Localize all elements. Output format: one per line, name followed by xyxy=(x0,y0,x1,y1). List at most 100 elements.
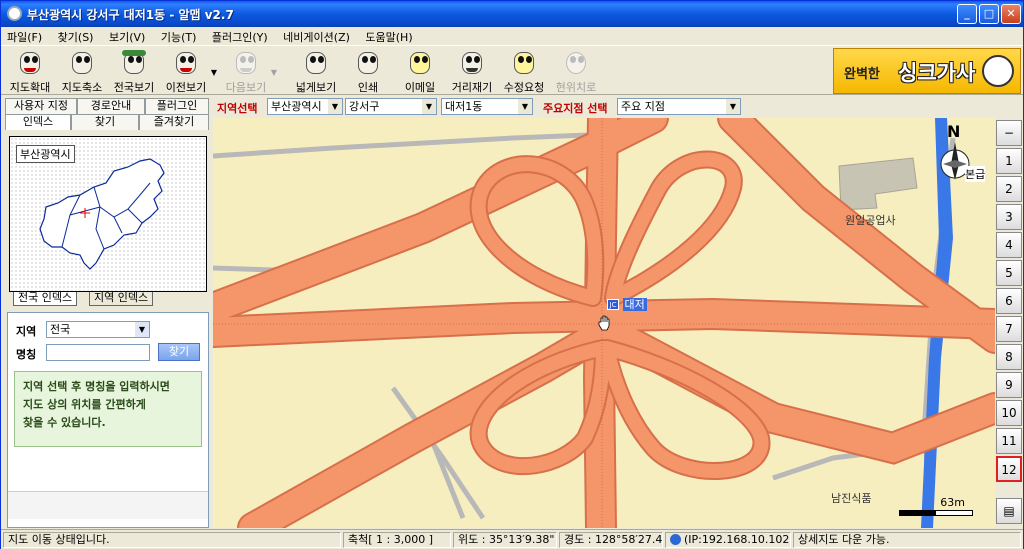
next-view-dropdown-icon[interactable]: ▼ xyxy=(271,68,277,77)
city-select[interactable]: 부산광역시 ▼ xyxy=(267,98,343,115)
menu-find[interactable]: 찾기(S) xyxy=(52,27,100,45)
country-view-label: 전국보기 xyxy=(113,81,155,94)
chevron-down-icon[interactable]: ▼ xyxy=(135,322,149,337)
menu-plugin[interactable]: 플러그인(Y) xyxy=(206,27,274,45)
zoom-level-7[interactable]: 7 xyxy=(996,316,1022,342)
zoom-level-rail: − 1 2 3 4 5 6 7 8 9 10 11 12 ▤ xyxy=(995,118,1023,528)
map-label-food[interactable]: 남진식품 xyxy=(831,490,871,506)
map-canvas[interactable] xyxy=(213,118,995,528)
prev-view-dropdown-icon[interactable]: ▼ xyxy=(211,68,217,77)
menu-tools[interactable]: 기능(T) xyxy=(155,27,203,45)
correction-label: 수정요청 xyxy=(503,81,545,94)
search-help-box: 지역 선택 후 명칭을 입력하시면 지도 상의 위치를 간편하게 찾을 수 있습… xyxy=(14,371,202,447)
help-line: 찾을 수 있습니다. xyxy=(23,416,106,429)
menu-file[interactable]: 파일(F) xyxy=(1,27,48,45)
tab-row-bottom: 인덱스 찾기 즐겨찾기 xyxy=(5,114,209,130)
chevron-down-icon[interactable]: ▼ xyxy=(518,99,532,114)
zoom-level-12[interactable]: 12 xyxy=(996,456,1022,482)
compass: N 본급 xyxy=(935,120,995,190)
overview-region-label: 부산광역시 xyxy=(16,145,75,163)
name-input[interactable] xyxy=(46,344,150,361)
help-line: 지역 선택 후 명칭을 입력하시면 xyxy=(23,380,170,393)
toolbar: 지도확대 지도축소 전국보기 이전보기 ▼ 다음보기 ▼ 넓게보기 인쇄 이메일… xyxy=(1,45,1023,95)
status-scale: 축척[ 1 : 3,000 ] xyxy=(343,532,451,548)
menu-help[interactable]: 도움말(H) xyxy=(359,27,418,45)
map-poi-junction[interactable]: JC 대저 xyxy=(607,296,647,312)
index-tabs: 전국 인덱스 지역 인덱스 xyxy=(9,292,207,306)
minimize-button[interactable]: _ xyxy=(957,4,977,24)
maximize-button[interactable]: □ xyxy=(979,4,999,24)
print-icon xyxy=(353,50,383,78)
help-line: 지도 상의 위치를 간편하게 xyxy=(23,398,146,411)
stop-sign-icon xyxy=(561,50,591,78)
status-longitude: 경도 : 128°58′27.48" xyxy=(559,532,663,548)
zoom-in-label: 지도확대 xyxy=(9,81,51,94)
menu-bar: 파일(F) 찾기(S) 보기(V) 기능(T) 플러그인(Y) 네비게이션(Z)… xyxy=(1,27,1023,45)
poi-select[interactable]: 주요 지점 ▼ xyxy=(617,98,741,115)
region-bar: 지역선택 부산광역시 ▼ 강서구 ▼ 대저1동 ▼ 주요지점 선택 주요 지점 ▼ xyxy=(213,98,1023,116)
zoom-level-2[interactable]: 2 xyxy=(996,176,1022,202)
region-select-label: 지역선택 xyxy=(217,102,258,115)
zoom-level-3[interactable]: 3 xyxy=(996,204,1022,230)
scale-text: 63m xyxy=(940,496,965,509)
find-button[interactable]: 찾기 xyxy=(158,343,200,361)
zoom-in-icon xyxy=(15,50,45,78)
my-location-button[interactable]: 현위치로 xyxy=(551,48,601,94)
zoom-level-8[interactable]: 8 xyxy=(996,344,1022,370)
tab-route[interactable]: 경로안내 xyxy=(77,98,145,114)
tab-national-index[interactable]: 전국 인덱스 xyxy=(13,292,78,306)
dong-select-value: 대저1동 xyxy=(445,100,483,113)
music-disc-icon xyxy=(982,55,1014,87)
zoom-level-9[interactable]: 9 xyxy=(996,372,1022,398)
zoom-in-button[interactable]: 지도확대 xyxy=(5,48,55,94)
map-view[interactable]: 원일공업사 남진식품 JC 대저 N 본급 63m xyxy=(213,118,995,528)
overview-map[interactable]: 부산광역시 xyxy=(9,136,207,292)
chevron-down-icon[interactable]: ▼ xyxy=(726,99,740,114)
close-button[interactable]: ✕ xyxy=(1001,4,1021,24)
tab-find[interactable]: 찾기 xyxy=(71,114,139,130)
prev-view-button[interactable]: 이전보기 ▼ xyxy=(161,48,217,94)
email-button[interactable]: 이메일 xyxy=(395,48,445,94)
chevron-down-icon[interactable]: ▼ xyxy=(328,99,342,114)
scale-bar: 63m xyxy=(899,494,975,518)
status-ip: (IP:192.168.10.102) xyxy=(665,532,791,548)
tab-user-custom[interactable]: 사용자 지정 xyxy=(5,98,77,114)
title-bar[interactable]: 부산광역시 강서구 대저1동 - 알맵 v2.7 _ □ ✕ xyxy=(1,1,1023,27)
menu-view[interactable]: 보기(V) xyxy=(103,27,151,45)
print-button[interactable]: 인쇄 xyxy=(343,48,393,94)
country-view-button[interactable]: 전국보기 xyxy=(109,48,159,94)
correction-button[interactable]: 수정요청 xyxy=(499,48,549,94)
region-select[interactable]: 전국 ▼ xyxy=(46,321,150,338)
zoom-level-4[interactable]: 4 xyxy=(996,232,1022,258)
measure-button[interactable]: 거리재기 xyxy=(447,48,497,94)
zoom-level-1[interactable]: 1 xyxy=(996,148,1022,174)
zoom-level-11[interactable]: 11 xyxy=(996,428,1022,454)
print-label: 인쇄 xyxy=(357,81,379,94)
zoom-out-button[interactable]: 지도축소 xyxy=(57,48,107,94)
app-window: 부산광역시 강서구 대저1동 - 알맵 v2.7 _ □ ✕ 파일(F) 찾기(… xyxy=(0,0,1024,549)
zoom-level-10[interactable]: 10 xyxy=(996,400,1022,426)
globe-icon xyxy=(670,534,681,545)
district-select[interactable]: 강서구 ▼ xyxy=(345,98,437,115)
zoom-level-5[interactable]: 5 xyxy=(996,260,1022,286)
tab-region-index[interactable]: 지역 인덱스 xyxy=(89,292,154,306)
poi-select-label: 주요지점 선택 xyxy=(543,102,608,115)
menu-navigation[interactable]: 네비게이션(Z) xyxy=(277,27,356,45)
zoom-level-6[interactable]: 6 xyxy=(996,288,1022,314)
my-location-label: 현위치로 xyxy=(555,81,597,94)
region-label: 지역 xyxy=(16,325,37,338)
banner-big-text: 싱크가사 xyxy=(898,61,976,85)
tab-plugin[interactable]: 플러그인 xyxy=(145,98,209,114)
ad-banner[interactable]: 완벽한 싱크가사 xyxy=(833,48,1021,94)
zoom-out-level-button[interactable]: − xyxy=(996,120,1022,146)
map-label-factory[interactable]: 원일공업사 xyxy=(845,212,896,228)
correction-icon xyxy=(509,50,539,78)
wide-view-button[interactable]: 넓게보기 xyxy=(291,48,341,94)
email-label: 이메일 xyxy=(404,81,436,94)
tab-index[interactable]: 인덱스 xyxy=(5,114,71,130)
chevron-down-icon[interactable]: ▼ xyxy=(422,99,436,114)
zoom-settings-button[interactable]: ▤ xyxy=(996,498,1022,524)
dong-select[interactable]: 대저1동 ▼ xyxy=(441,98,533,115)
next-view-button[interactable]: 다음보기 ▼ xyxy=(221,48,277,94)
tab-favorites[interactable]: 즐겨찾기 xyxy=(139,114,209,130)
